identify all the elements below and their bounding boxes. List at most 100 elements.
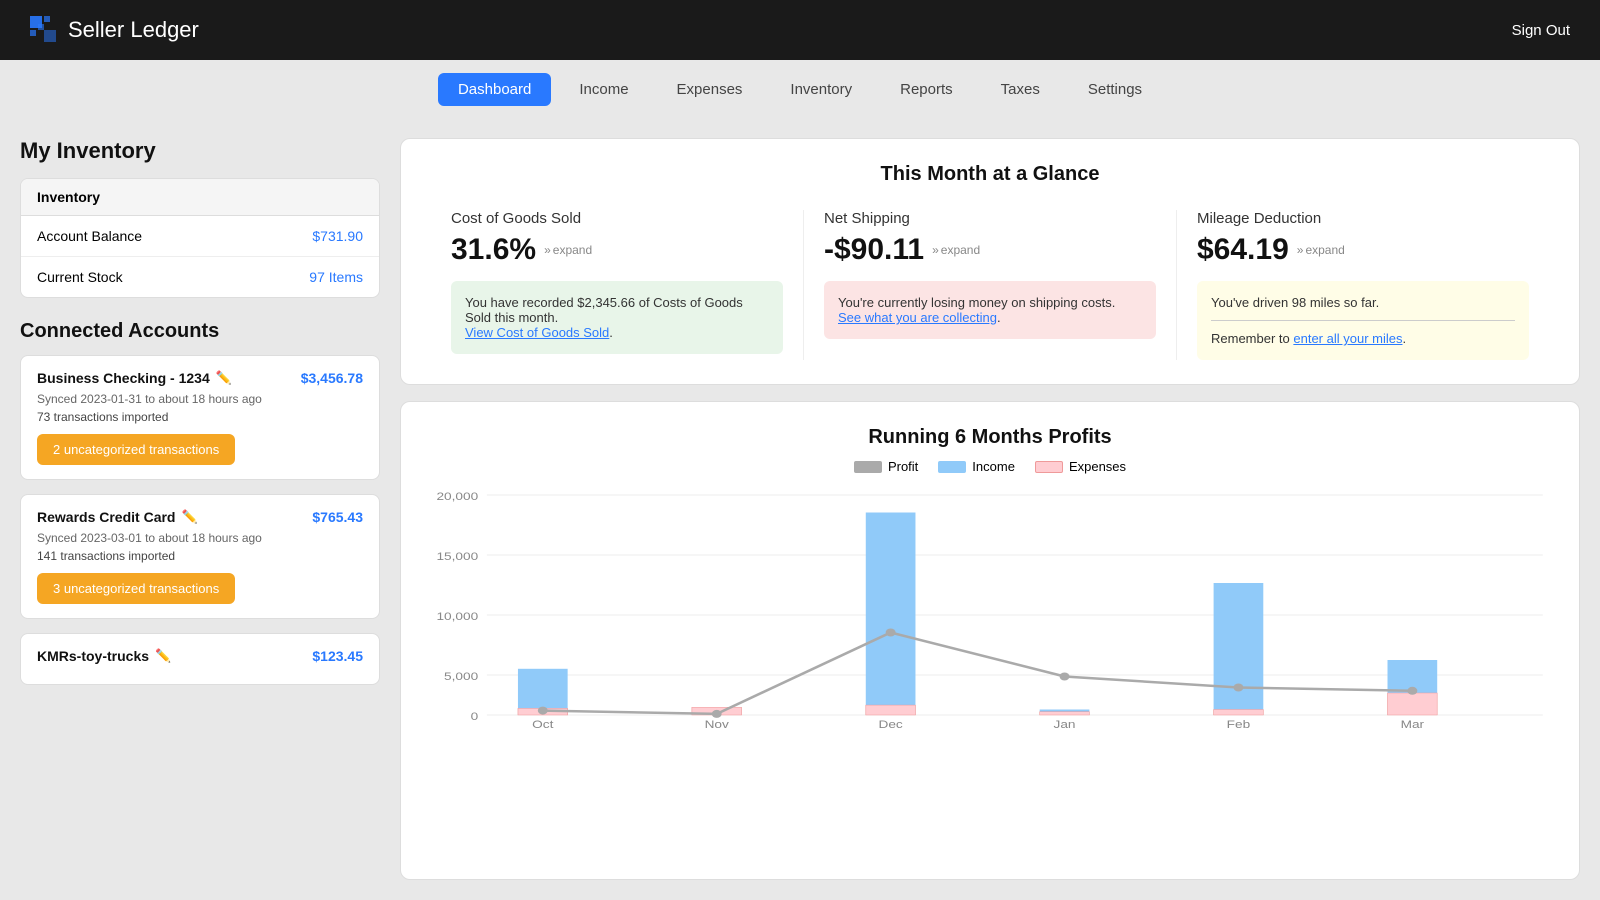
nav-expenses[interactable]: Expenses <box>657 73 763 106</box>
bar-expenses-2 <box>866 705 916 715</box>
account-sync-1: Synced 2023-01-31 to about 18 hours ago <box>37 392 363 406</box>
edit-icon-2[interactable]: ✏️ <box>181 509 197 525</box>
my-inventory-title: My Inventory <box>20 138 380 164</box>
svg-text:Dec: Dec <box>878 718 902 730</box>
chart-container: 20,000 15,000 10,000 5,000 0 <box>431 490 1549 730</box>
cogs-info-box: You have recorded $2,345.66 of Costs of … <box>451 281 783 354</box>
account-name-1: Business Checking - 1234 ✏️ <box>37 370 232 386</box>
account-card-business: Business Checking - 1234 ✏️ $3,456.78 Sy… <box>20 355 380 480</box>
cogs-expand[interactable]: » expand <box>544 243 592 257</box>
glance-title: This Month at a Glance <box>431 163 1549 186</box>
chart-title: Running 6 Months Profits <box>431 426 1549 449</box>
metric-cogs-value: 31.6% » expand <box>451 233 783 267</box>
nav-dashboard[interactable]: Dashboard <box>438 73 551 106</box>
current-stock-value[interactable]: 97 Items <box>309 269 363 285</box>
nav-taxes[interactable]: Taxes <box>981 73 1060 106</box>
svg-text:Jan: Jan <box>1054 718 1076 730</box>
nav-income[interactable]: Income <box>559 73 648 106</box>
expenses-label: Expenses <box>1069 459 1126 474</box>
account-balance-3[interactable]: $123.45 <box>312 648 363 664</box>
logo-icon <box>30 16 58 44</box>
current-stock-row: Current Stock 97 Items <box>21 257 379 297</box>
account-card-kmrs: KMRs-toy-trucks ✏️ $123.45 <box>20 633 380 685</box>
account-balance-row: Account Balance $731.90 <box>21 216 379 257</box>
profit-swatch <box>854 461 882 473</box>
legend-profit: Profit <box>854 459 918 474</box>
mileage-link[interactable]: enter all your miles <box>1293 331 1402 346</box>
inventory-box-header: Inventory <box>21 179 379 216</box>
legend-expenses: Expenses <box>1035 459 1126 474</box>
svg-text:5,000: 5,000 <box>444 670 478 682</box>
nav: Dashboard Income Expenses Inventory Repo… <box>0 60 1600 118</box>
income-label: Income <box>972 459 1015 474</box>
bar-expenses-5 <box>1388 693 1438 715</box>
account-name-row-1: Business Checking - 1234 ✏️ $3,456.78 <box>37 370 363 386</box>
mileage-expand[interactable]: » expand <box>1297 243 1345 257</box>
account-name-3: KMRs-toy-trucks ✏️ <box>37 648 171 664</box>
chart-legend: Profit Income Expenses <box>431 459 1549 474</box>
profit-label: Profit <box>888 459 918 474</box>
shipping-expand[interactable]: » expand <box>932 243 980 257</box>
metric-shipping: Net Shipping -$90.11 » expand You're cur… <box>804 210 1177 360</box>
account-name-row-2: Rewards Credit Card ✏️ $765.43 <box>37 509 363 525</box>
main-content: This Month at a Glance Cost of Goods Sol… <box>400 138 1580 880</box>
metric-shipping-value: -$90.11 » expand <box>824 233 1156 267</box>
account-sync-2: Synced 2023-03-01 to about 18 hours ago <box>37 531 363 545</box>
account-balance-value[interactable]: $731.90 <box>312 228 363 244</box>
view-cogs-link[interactable]: View Cost of Goods Sold <box>465 325 609 340</box>
account-balance-label: Account Balance <box>37 228 142 244</box>
account-transactions-1: 73 transactions imported <box>37 410 363 424</box>
bar-income-2 <box>866 513 916 716</box>
bar-income-4 <box>1214 583 1264 715</box>
account-name-row-3: KMRs-toy-trucks ✏️ $123.45 <box>37 648 363 664</box>
uncategorized-btn-1[interactable]: 2 uncategorized transactions <box>37 434 235 465</box>
profit-dot-5 <box>1407 687 1417 695</box>
bar-expenses-4 <box>1214 710 1264 716</box>
bar-chart-svg: 20,000 15,000 10,000 5,000 0 <box>431 490 1549 730</box>
nav-reports[interactable]: Reports <box>880 73 973 106</box>
mileage-info-box: You've driven 98 miles so far. Remember … <box>1197 281 1529 360</box>
income-swatch <box>938 461 966 473</box>
current-stock-label: Current Stock <box>37 269 123 285</box>
edit-icon-3[interactable]: ✏️ <box>155 648 171 664</box>
glance-metrics: Cost of Goods Sold 31.6% » expand You ha… <box>431 210 1549 360</box>
profit-line <box>543 633 1413 714</box>
chart-card: Running 6 Months Profits Profit Income E… <box>400 401 1580 880</box>
legend-income: Income <box>938 459 1015 474</box>
svg-text:15,000: 15,000 <box>436 550 478 562</box>
nav-inventory[interactable]: Inventory <box>770 73 872 106</box>
account-balance-1[interactable]: $3,456.78 <box>301 370 363 386</box>
profit-dot-3 <box>1060 673 1070 681</box>
svg-text:Oct: Oct <box>532 718 554 730</box>
sidebar: My Inventory Inventory Account Balance $… <box>20 138 400 880</box>
metric-mileage: Mileage Deduction $64.19 » expand You've… <box>1177 210 1549 360</box>
header: Seller Ledger Sign Out <box>0 0 1600 60</box>
bar-expenses-3 <box>1040 712 1090 715</box>
main-layout: My Inventory Inventory Account Balance $… <box>0 118 1600 900</box>
shipping-info-box: You're currently losing money on shippin… <box>824 281 1156 339</box>
account-transactions-2: 141 transactions imported <box>37 549 363 563</box>
glance-card: This Month at a Glance Cost of Goods Sol… <box>400 138 1580 385</box>
svg-text:10,000: 10,000 <box>436 610 478 622</box>
metric-mileage-label: Mileage Deduction <box>1197 210 1529 227</box>
svg-text:Feb: Feb <box>1227 718 1251 730</box>
shipping-link[interactable]: See what you are collecting <box>838 310 997 325</box>
profit-dot-0 <box>538 707 548 715</box>
metric-mileage-value: $64.19 » expand <box>1197 233 1529 267</box>
profit-dot-1 <box>712 710 722 718</box>
app-name: Seller Ledger <box>68 17 199 43</box>
metric-cogs: Cost of Goods Sold 31.6% » expand You ha… <box>431 210 804 360</box>
nav-settings[interactable]: Settings <box>1068 73 1162 106</box>
svg-text:20,000: 20,000 <box>436 490 478 502</box>
profit-dot-2 <box>886 629 896 637</box>
account-balance-2[interactable]: $765.43 <box>312 509 363 525</box>
account-name-2: Rewards Credit Card ✏️ <box>37 509 198 525</box>
edit-icon-1[interactable]: ✏️ <box>216 370 232 386</box>
sign-out-button[interactable]: Sign Out <box>1512 22 1570 39</box>
logo: Seller Ledger <box>30 16 199 44</box>
connected-accounts-title: Connected Accounts <box>20 320 380 343</box>
account-card-rewards: Rewards Credit Card ✏️ $765.43 Synced 20… <box>20 494 380 619</box>
profit-dot-4 <box>1233 684 1243 692</box>
svg-text:0: 0 <box>471 710 479 722</box>
uncategorized-btn-2[interactable]: 3 uncategorized transactions <box>37 573 235 604</box>
